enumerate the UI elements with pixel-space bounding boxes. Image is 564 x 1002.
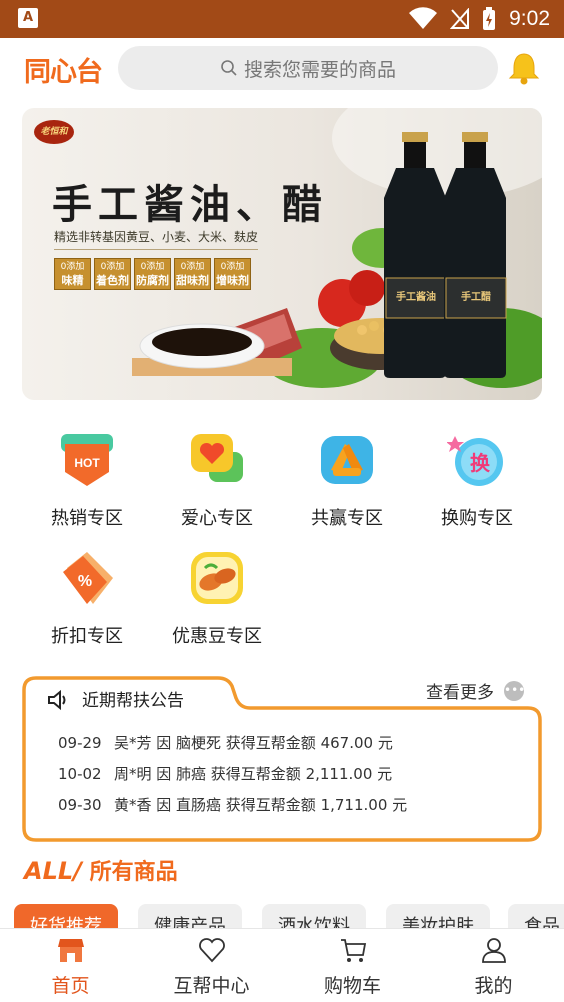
banner-badge: 0添加 增味剂 bbox=[214, 258, 251, 290]
speaker-icon bbox=[48, 689, 66, 711]
nav-home[interactable]: 首页 bbox=[0, 929, 141, 1002]
app-header: 同心台 搜索您需要的商品 bbox=[0, 38, 564, 100]
nav-label: 首页 bbox=[51, 975, 90, 997]
more-dots-icon: ••• bbox=[504, 680, 525, 701]
announcement-row[interactable]: 09-30 黄*香 因 直肠癌 获得互帮金额 1,711.00 元 bbox=[58, 794, 407, 825]
bottle-label-soy: 手工酱油 bbox=[396, 292, 436, 303]
tab-food[interactable]: 食品 bbox=[508, 904, 564, 928]
category-hot[interactable]: HOT 热销专区 bbox=[32, 430, 142, 530]
announcement-date: 09-29 bbox=[58, 734, 102, 752]
search-icon bbox=[221, 60, 237, 76]
app-notification-icon: A bbox=[18, 8, 38, 28]
exchange-icon: 换 bbox=[446, 436, 503, 486]
hot-tag-icon: HOT bbox=[61, 434, 113, 486]
view-more-label: 查看更多 bbox=[426, 683, 494, 703]
banner-badge: 0添加 甜味剂 bbox=[174, 258, 211, 290]
brand-logo: 老恒和 bbox=[34, 120, 74, 144]
bottle-label-vinegar: 手工醋 bbox=[461, 292, 491, 303]
svg-text:换: 换 bbox=[470, 451, 491, 475]
status-icons bbox=[408, 6, 496, 32]
user-icon bbox=[481, 938, 506, 963]
announcement-list: 09-29 吴*芳 因 脑梗死 获得互帮金额 467.00 元 10-02 周*明 … bbox=[58, 732, 407, 825]
tab-drinks[interactable]: 酒水饮料 bbox=[262, 904, 366, 928]
announcement-text: 周*明 因 肺癌 获得互帮金额 2,111.00 元 bbox=[114, 765, 393, 783]
tab-health[interactable]: 健康产品 bbox=[138, 904, 242, 928]
category-exchange[interactable]: 换 换购专区 bbox=[422, 430, 532, 530]
category-label: 折扣专区 bbox=[51, 626, 123, 647]
category-label: 爱心专区 bbox=[181, 508, 253, 529]
tab-beauty[interactable]: 美妆护肤 bbox=[386, 904, 490, 928]
announcement-date: 10-02 bbox=[58, 765, 102, 783]
search-placeholder: 搜索您需要的商品 bbox=[243, 58, 396, 81]
announcement-text: 黄*香 因 直肠癌 获得互帮金额 1,711.00 元 bbox=[114, 796, 408, 814]
bell-icon[interactable] bbox=[506, 50, 542, 86]
announcement-row[interactable]: 10-02 周*明 因 肺癌 获得互帮金额 2,111.00 元 bbox=[58, 763, 407, 794]
svg-text:HOT: HOT bbox=[74, 456, 100, 470]
announcement-title: 近期帮扶公告 bbox=[82, 691, 184, 711]
goods-category-tabs: 好货推荐 健康产品 酒水饮料 美妆护肤 食品 bbox=[14, 904, 564, 928]
nav-label: 购物车 bbox=[323, 975, 381, 997]
view-more-link[interactable]: 查看更多 ••• bbox=[426, 678, 525, 703]
banner-subtitle: 精选非转基因黄豆、小麦、大米、麸皮 bbox=[54, 228, 259, 250]
heart-chat-icon bbox=[191, 434, 243, 482]
app-logo: 同心台 bbox=[24, 57, 103, 88]
nav-label: 互帮中心 bbox=[173, 975, 250, 997]
status-time: 9:02 bbox=[509, 7, 550, 30]
nav-label: 我的 bbox=[474, 975, 513, 997]
nav-mutual-help[interactable]: 互帮中心 bbox=[141, 929, 282, 1002]
banner-illustration bbox=[132, 108, 542, 388]
announcement-date: 09-30 bbox=[58, 796, 102, 814]
beans-icon bbox=[191, 552, 243, 604]
all-goods-label: 所有商品 bbox=[89, 860, 178, 885]
announcement-row[interactable]: 09-29 吴*芳 因 脑梗死 获得互帮金额 467.00 元 bbox=[58, 732, 407, 763]
category-label: 优惠豆专区 bbox=[172, 626, 262, 647]
cart-icon bbox=[340, 939, 366, 962]
category-beans[interactable]: 优惠豆专区 bbox=[162, 548, 272, 648]
svg-text:%: % bbox=[78, 573, 92, 590]
announcement-text: 吴*芳 因 脑梗死 获得互帮金额 467.00 元 bbox=[114, 734, 393, 752]
nav-cart[interactable]: 购物车 bbox=[282, 929, 423, 1002]
banner-badges: 0添加 味精 0添加 着色剂 0添加 防腐剂 0添加 甜味剂 0添加 增味剂 bbox=[54, 258, 251, 290]
handshake-icon bbox=[321, 436, 373, 484]
status-bar: A 9:02 bbox=[0, 0, 564, 38]
heart-icon bbox=[198, 938, 225, 963]
all-goods-heading: ALL/ 所有商品 bbox=[24, 854, 178, 886]
category-discount[interactable]: % 折扣专区 bbox=[32, 548, 142, 648]
discount-tag-icon: % bbox=[63, 552, 113, 604]
banner-badge: 0添加 着色剂 bbox=[94, 258, 131, 290]
tab-recommended[interactable]: 好货推荐 bbox=[14, 904, 118, 928]
battery-charging-icon bbox=[483, 7, 495, 30]
category-label: 热销专区 bbox=[51, 508, 123, 529]
no-signal-icon bbox=[450, 8, 469, 29]
category-label: 换购专区 bbox=[441, 508, 513, 529]
category-winwin[interactable]: 共赢专区 bbox=[292, 430, 402, 530]
banner-badge: 0添加 防腐剂 bbox=[134, 258, 171, 290]
banner-badge: 0添加 味精 bbox=[54, 258, 91, 290]
promo-banner[interactable]: 老恒和 手工酱油、醋 精选非转基因黄豆、小麦、大米、麸皮 0添加 味精 0添加 着色… bbox=[22, 108, 542, 400]
wifi-icon bbox=[409, 7, 437, 29]
category-love[interactable]: 爱心专区 bbox=[162, 430, 272, 530]
nav-mine[interactable]: 我的 bbox=[423, 929, 564, 1002]
announcement-panel: 近期帮扶公告 查看更多 ••• 09-29 吴*芳 因 脑梗死 获得互帮金额 46… bbox=[22, 674, 542, 842]
search-bar[interactable]: 搜索您需要的商品 bbox=[118, 46, 498, 90]
category-label: 共赢专区 bbox=[311, 508, 383, 529]
all-goods-prefix: ALL/ bbox=[24, 857, 82, 885]
bottom-nav: 首页 互帮中心 购物车 我的 bbox=[0, 928, 564, 1002]
banner-title: 手工酱油、醋 bbox=[52, 181, 328, 228]
home-shop-icon bbox=[57, 939, 84, 962]
